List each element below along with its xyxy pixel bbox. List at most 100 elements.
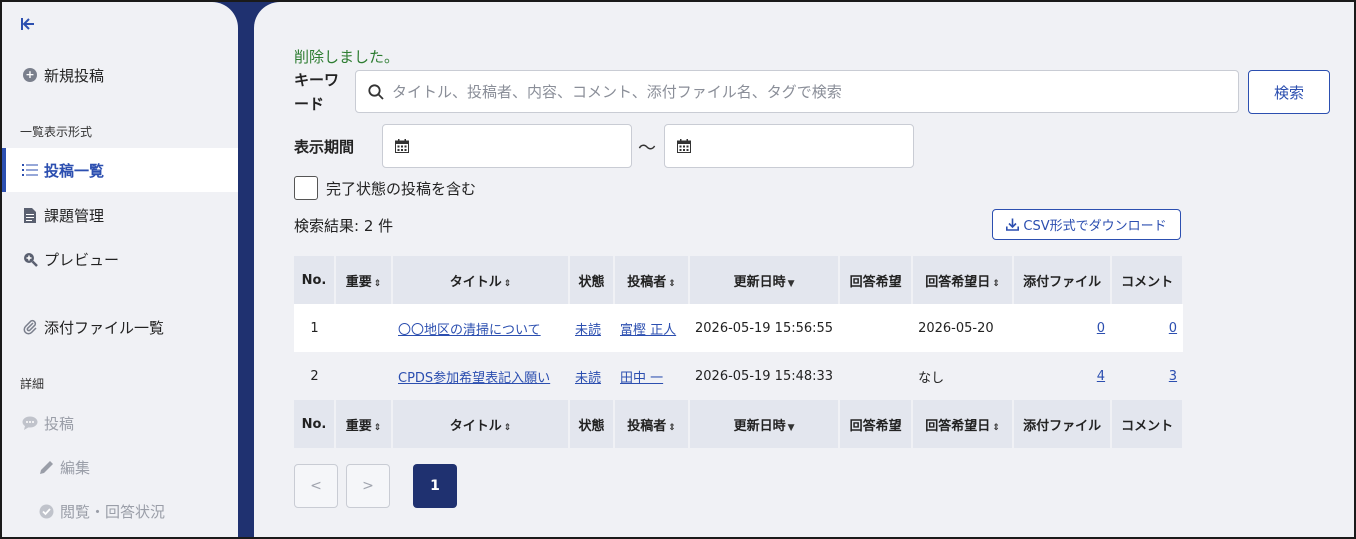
post-table: No. 重要 ⇕ タイトル ⇕ 状態 投稿者 ⇕ 更新日時 ▼ 回答希望 回答希望日 ⇕ … [294, 256, 1185, 448]
sidebar-item-edit[interactable]: 編集 [2, 446, 238, 488]
post-title-link[interactable]: CPDS参加希望表記入願い [398, 371, 550, 386]
col-header-comments: コメント [1111, 256, 1185, 304]
sort-desc-icon: ▼ [787, 422, 795, 433]
search-box [355, 70, 1239, 113]
col-footer-title[interactable]: タイトル ⇕ [392, 400, 570, 448]
col-header-important[interactable]: 重要 ⇕ [335, 256, 393, 304]
col-footer-author[interactable]: 投稿者 ⇕ [614, 400, 690, 448]
calendar-icon [395, 139, 409, 153]
sidebar-item-issue-management[interactable]: 課題管理 [2, 194, 238, 236]
post-title-link[interactable]: 〇〇地区の清掃について [398, 323, 541, 338]
table-row: 2 CPDS参加希望表記入願い 未読 田中 一 2026-05-19 15:48… [294, 352, 1184, 400]
cell-attachments: 4 [1013, 352, 1112, 400]
search-input[interactable] [392, 82, 1232, 101]
col-header-author[interactable]: 投稿者 ⇕ [614, 256, 690, 304]
cell-answer-request [839, 304, 913, 352]
col-footer-important[interactable]: 重要 ⇕ [335, 400, 393, 448]
cell-no: 2 [294, 352, 335, 400]
col-footer-updated[interactable]: 更新日時 ▼ [689, 400, 841, 448]
col-header-title[interactable]: タイトル ⇕ [392, 256, 570, 304]
col-footer-no: No. [294, 400, 336, 448]
sidebar-item-preview[interactable]: プレビュー [2, 238, 238, 280]
check-circle-icon [38, 503, 54, 519]
sort-icon: ⇕ [373, 422, 382, 433]
col-header-updated[interactable]: 更新日時 ▼ [689, 256, 841, 304]
cell-author: 田中 一 [614, 352, 689, 400]
sidebar-item-label: 投稿一覧 [44, 161, 105, 180]
prev-page-button[interactable]: < [294, 464, 338, 508]
sidebar: + 新規投稿 一覧表示形式 投稿一覧 課題管理 プレビュー 添付ファイル一覧 詳… [2, 2, 238, 537]
sidebar-section-detail: 詳細 [20, 377, 45, 391]
keyword-label: キーワード [294, 71, 340, 113]
col-footer-status: 状態 [569, 400, 615, 448]
sidebar-item-attachment-list[interactable]: 添付ファイル一覧 [2, 306, 238, 348]
sidebar-item-label: プレビュー [44, 250, 120, 269]
col-footer-comments: コメント [1111, 400, 1185, 448]
cell-important [335, 304, 392, 352]
cell-status: 未読 [569, 304, 614, 352]
sort-icon: ⇕ [503, 278, 512, 289]
sidebar-item-label: 閲覧・回答状況 [60, 502, 166, 521]
csv-download-label: CSV形式でダウンロード [1023, 219, 1167, 234]
comments-link[interactable]: 3 [1169, 369, 1177, 384]
col-header-no: No. [294, 256, 336, 304]
status-link[interactable]: 未読 [575, 323, 601, 338]
sidebar-item-label: 編集 [60, 458, 91, 477]
col-footer-attachments: 添付ファイル [1013, 400, 1113, 448]
cell-updated: 2026-05-19 15:56:55 [689, 304, 840, 352]
sort-icon: ⇕ [668, 422, 676, 433]
table-header-row: No. 重要 ⇕ タイトル ⇕ 状態 投稿者 ⇕ 更新日時 ▼ 回答希望 回答希望日 ⇕ … [294, 256, 1185, 304]
comments-link[interactable]: 0 [1169, 321, 1177, 336]
plus-circle-icon: + [22, 67, 38, 83]
cell-status: 未読 [569, 352, 614, 400]
include-completed-checkbox[interactable] [294, 176, 318, 200]
attachments-link[interactable]: 4 [1097, 369, 1105, 384]
sidebar-item-label: 添付ファイル一覧 [44, 318, 165, 337]
zoom-in-icon [22, 251, 38, 267]
cell-title: CPDS参加希望表記入願い [392, 352, 569, 400]
page-1-button[interactable]: 1 [413, 464, 457, 508]
cell-updated: 2026-05-19 15:48:33 [689, 352, 840, 400]
list-icon [22, 162, 38, 178]
cell-comments: 3 [1111, 352, 1184, 400]
end-date-input[interactable] [664, 124, 914, 168]
col-header-status: 状態 [569, 256, 615, 304]
sidebar-item-post[interactable]: 投稿 [2, 402, 238, 444]
start-date-input[interactable] [382, 124, 632, 168]
cell-answer-date: 2026-05-20 [912, 304, 1014, 352]
sort-desc-icon: ▼ [787, 278, 795, 289]
search-icon [368, 83, 384, 100]
search-result-count: 検索結果: 2 件 [294, 217, 394, 235]
author-link[interactable]: 富樫 正人 [620, 323, 676, 338]
app-frame: + 新規投稿 一覧表示形式 投稿一覧 課題管理 プレビュー 添付ファイル一覧 詳… [0, 0, 1356, 539]
author-link[interactable]: 田中 一 [620, 371, 663, 386]
period-label: 表示期間 [294, 138, 355, 156]
sidebar-item-label: 投稿 [44, 414, 75, 433]
col-header-attachments: 添付ファイル [1013, 256, 1113, 304]
sort-icon: ⇕ [992, 278, 1000, 289]
cell-author: 富樫 正人 [614, 304, 689, 352]
date-range-separator: 〜 [638, 138, 656, 159]
col-footer-answer-date[interactable]: 回答希望日 ⇕ [912, 400, 1015, 448]
sidebar-item-label: 課題管理 [44, 206, 105, 225]
sidebar-item-new-post[interactable]: + 新規投稿 [2, 54, 238, 96]
status-message: 削除しました。 [294, 48, 400, 66]
attachments-link[interactable]: 0 [1097, 321, 1105, 336]
status-link[interactable]: 未読 [575, 371, 601, 386]
sidebar-item-post-list[interactable]: 投稿一覧 [2, 148, 238, 192]
cell-comments: 0 [1111, 304, 1184, 352]
sort-icon: ⇕ [992, 422, 1000, 433]
speech-bubble-icon [22, 415, 38, 431]
search-button[interactable]: 検索 [1248, 70, 1330, 114]
main-content: 削除しました。 キーワード 検索 表示期間 〜 完了状態の投稿を含む 検索結果:… [254, 2, 1354, 537]
pencil-icon [38, 459, 54, 475]
download-icon [1006, 218, 1020, 231]
csv-download-button[interactable]: CSV形式でダウンロード [992, 209, 1181, 240]
col-header-answer-request: 回答希望 [839, 256, 914, 304]
collapse-left-icon[interactable] [20, 17, 36, 35]
table-footer-row: No. 重要 ⇕ タイトル ⇕ 状態 投稿者 ⇕ 更新日時 ▼ 回答希望 回答希望日 ⇕ … [294, 400, 1185, 448]
col-header-answer-date[interactable]: 回答希望日 ⇕ [912, 256, 1015, 304]
next-page-button[interactable]: > [346, 464, 390, 508]
cell-title: 〇〇地区の清掃について [392, 304, 569, 352]
sidebar-item-view-answer-status[interactable]: 閲覧・回答状況 [2, 490, 238, 532]
